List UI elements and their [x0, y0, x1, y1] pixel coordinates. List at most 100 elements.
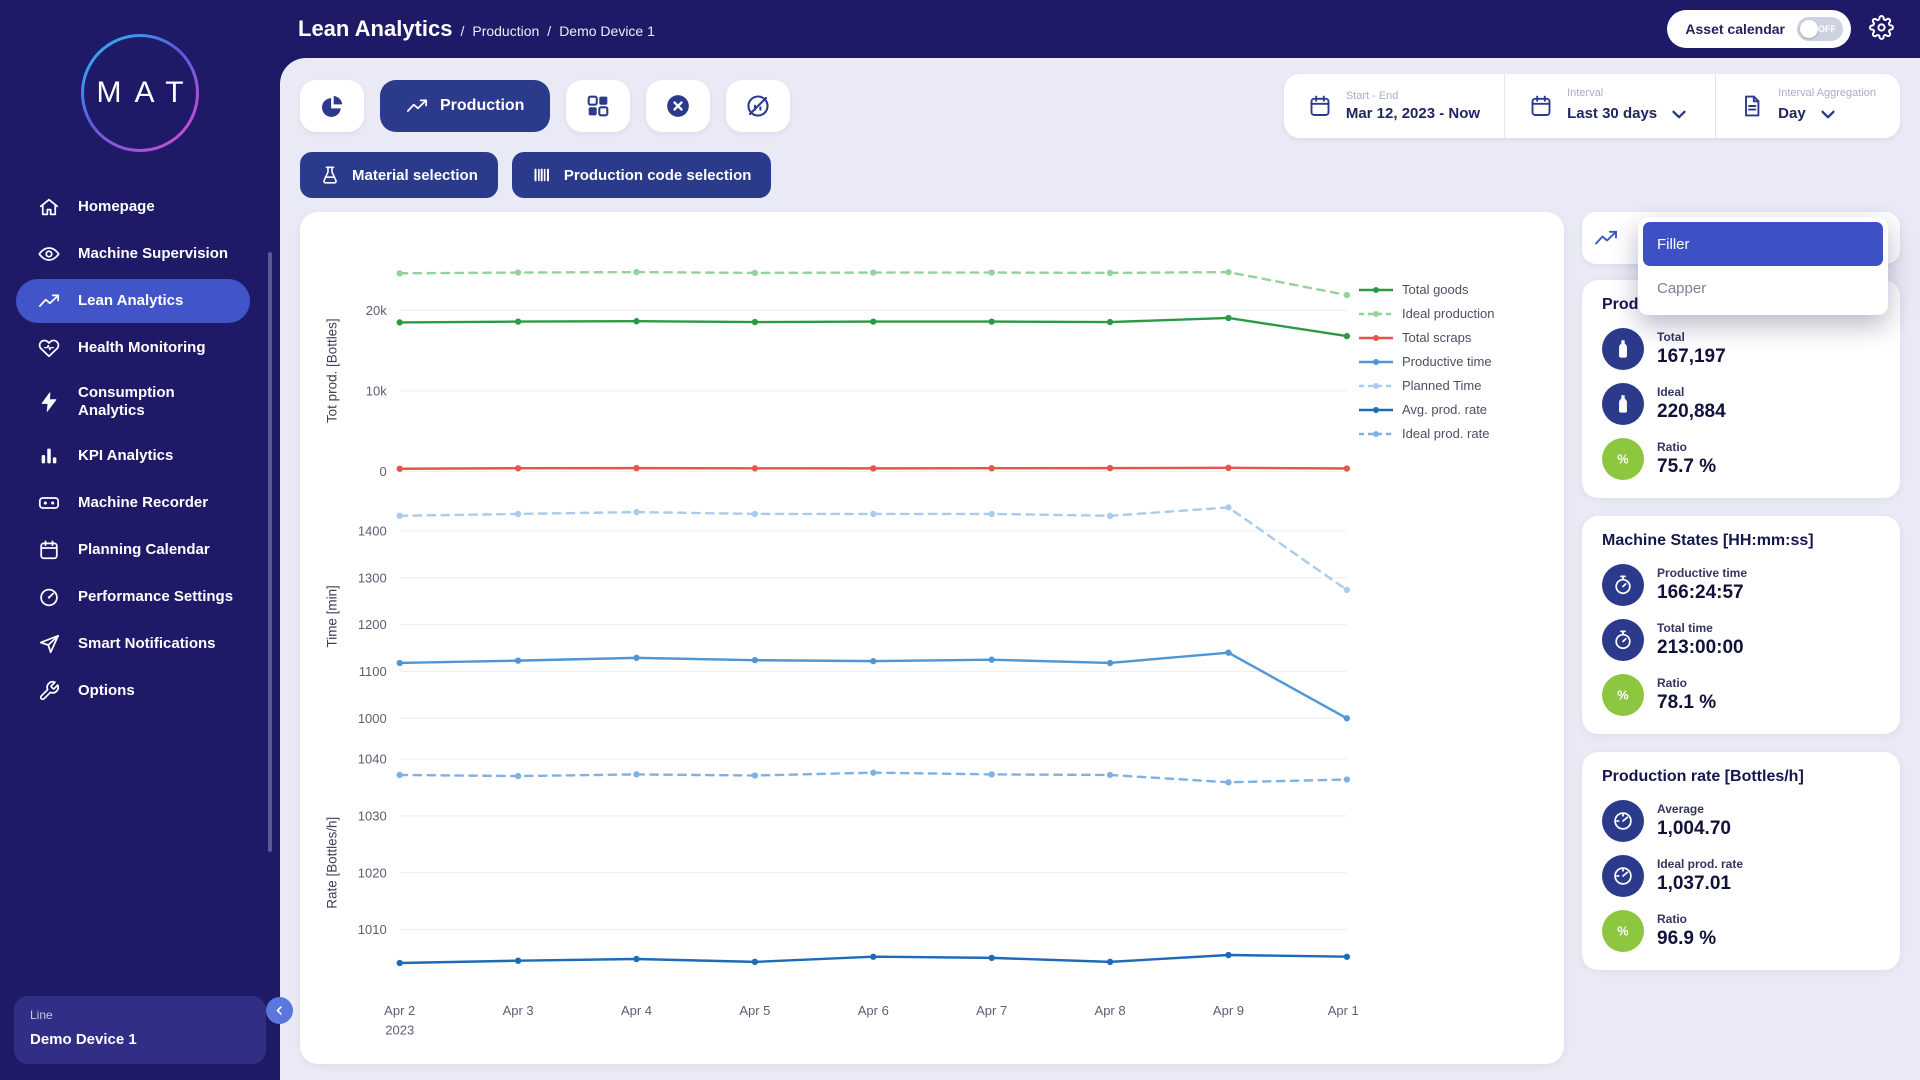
interval-value: Last 30 days	[1567, 105, 1657, 122]
aggregation-label: Interval Aggregation	[1778, 87, 1876, 99]
kpi-value: 1,004.70	[1657, 818, 1731, 840]
sidebar-item-smart-notifications[interactable]: Smart Notifications	[16, 622, 250, 666]
kpi-label: Ratio	[1657, 440, 1716, 454]
gauge-off-icon	[745, 93, 771, 119]
sidebar-item-kpi-analytics[interactable]: KPI Analytics	[16, 434, 250, 478]
legend-item[interactable]: Avg. prod. rate	[1358, 402, 1546, 417]
kpi-row-average: Average 1,004.70	[1602, 800, 1880, 842]
dashboard-row: 010k20kTot prod. [Bottles]10001100120013…	[300, 212, 1900, 1064]
toolbar-row: Production Star	[300, 74, 1900, 138]
clear-selection-button[interactable]	[646, 80, 710, 132]
page-title: Lean Analytics	[298, 16, 452, 42]
pie-view-button[interactable]	[300, 80, 364, 132]
calendar-icon	[1529, 94, 1553, 118]
aggregation-control[interactable]: Interval Aggregation Day	[1715, 74, 1900, 138]
sidebar-item-machine-supervision[interactable]: Machine Supervision	[16, 232, 250, 276]
legend-item[interactable]: Ideal production	[1358, 306, 1546, 321]
wrench-icon	[38, 680, 60, 702]
device-selector-value: Demo Device 1	[30, 1031, 250, 1048]
svg-text:1000: 1000	[358, 711, 387, 726]
sidebar-item-lean-analytics[interactable]: Lean Analytics	[16, 279, 250, 323]
chart-subpanel-0: 010k20kTot prod. [Bottles]	[318, 250, 1358, 491]
sidebar-item-performance-settings[interactable]: Performance Settings	[16, 575, 250, 619]
legend-item[interactable]: Planned Time	[1358, 378, 1546, 393]
breadcrumb: Lean Analytics / Production / Demo Devic…	[298, 16, 655, 42]
legend-label: Productive time	[1402, 354, 1492, 369]
logo-ring: MAT	[81, 34, 199, 152]
kpi-label: Ideal prod. rate	[1657, 857, 1743, 871]
legend-line-sample	[1358, 309, 1394, 319]
aggregation-value: Day	[1778, 105, 1806, 122]
legend-item[interactable]: Productive time	[1358, 354, 1546, 369]
interval-control[interactable]: Interval Last 30 days	[1504, 74, 1715, 138]
sidebar-item-options[interactable]: Options	[16, 669, 250, 713]
topbar: Lean Analytics / Production / Demo Devic…	[280, 0, 1920, 58]
kpi-row-ideal: Ideal 220,884	[1602, 383, 1880, 425]
chart-subpanel-1: 10001100120013001400Time [min]	[318, 491, 1358, 742]
sidebar-item-label: Performance Settings	[78, 588, 233, 606]
sidebar-menu: Homepage Machine Supervision Lean Analyt…	[0, 176, 280, 986]
legend-item[interactable]: Total scraps	[1358, 330, 1546, 345]
device-selector[interactable]: Line Demo Device 1	[14, 996, 266, 1064]
legend-label: Total goods	[1402, 282, 1469, 297]
svg-text:0: 0	[379, 464, 386, 479]
barcode-icon	[532, 165, 552, 185]
legend-line-sample	[1358, 405, 1394, 415]
material-selection-button[interactable]: Material selection	[300, 152, 498, 198]
asset-calendar-toggle[interactable]: Asset calendar OFF	[1667, 10, 1851, 48]
sidebar: MAT Homepage Machine Supervision Lean An…	[0, 0, 280, 1080]
legend-item[interactable]: Ideal prod. rate	[1358, 426, 1546, 441]
kpi-label: Ratio	[1657, 676, 1716, 690]
dropdown-option-capper[interactable]: Capper	[1643, 266, 1883, 310]
sidebar-item-machine-recorder[interactable]: Machine Recorder	[16, 481, 250, 525]
sidebar-item-planning-calendar[interactable]: Planning Calendar	[16, 528, 250, 572]
toggle-off[interactable]: OFF	[1797, 17, 1843, 41]
kpi-row-ratio: % Ratio 78.1 %	[1602, 674, 1880, 716]
kpi-label: Total	[1657, 330, 1726, 344]
topbar-right: Asset calendar OFF	[1667, 10, 1894, 48]
gauge-view-button[interactable]	[726, 80, 790, 132]
date-range-control[interactable]: Start - End Mar 12, 2023 - Now	[1284, 74, 1504, 138]
chevron-down-icon	[1816, 102, 1840, 126]
svg-text:1010: 1010	[358, 922, 387, 937]
trend-icon	[38, 290, 60, 312]
production-code-selection-button[interactable]: Production code selection	[512, 152, 772, 198]
svg-text:%: %	[1617, 452, 1629, 467]
kpi-value: 220,884	[1657, 401, 1726, 423]
chart-legend: Total goods Ideal production Total scraps P…	[1358, 226, 1546, 1050]
sidebar-scrollbar[interactable]	[268, 252, 272, 852]
kpi-row-ratio: % Ratio 75.7 %	[1602, 438, 1880, 480]
svg-text:1400: 1400	[358, 524, 387, 539]
production-tab[interactable]: Production	[380, 80, 550, 132]
grid-icon	[585, 93, 611, 119]
svg-text:Apr 6: Apr 6	[858, 1003, 889, 1018]
sidebar-item-consumption-analytics[interactable]: Consumption Analytics	[16, 373, 250, 431]
bolt-icon	[38, 391, 60, 413]
svg-text:10k: 10k	[366, 383, 387, 398]
settings-button[interactable]	[1869, 15, 1894, 43]
breadcrumb-separator: /	[547, 23, 551, 39]
sidebar-collapse-button[interactable]	[266, 997, 293, 1024]
machine-states-card: Machine States [HH:mm:ss] Productive tim…	[1582, 516, 1900, 734]
sidebar-item-label: KPI Analytics	[78, 447, 173, 465]
kpi-label: Ideal	[1657, 385, 1726, 399]
sidebar-item-homepage[interactable]: Homepage	[16, 185, 250, 229]
stopwatch-icon	[1602, 619, 1644, 661]
production-code-selection-label: Production code selection	[564, 167, 752, 184]
percent-icon: %	[1602, 674, 1644, 716]
sidebar-item-label: Machine Supervision	[78, 245, 228, 263]
legend-item[interactable]: Total goods	[1358, 282, 1546, 297]
breadcrumb-separator: /	[460, 23, 464, 39]
legend-line-sample	[1358, 381, 1394, 391]
legend-label: Avg. prod. rate	[1402, 402, 1487, 417]
percent-icon: %	[1602, 910, 1644, 952]
bottle-icon	[1602, 328, 1644, 370]
svg-text:Apr 10: Apr 10	[1328, 1003, 1358, 1018]
sidebar-item-label: Options	[78, 682, 135, 700]
view-switcher: Production	[300, 80, 790, 132]
grid-view-button[interactable]	[566, 80, 630, 132]
sidebar-item-health-monitoring[interactable]: Health Monitoring	[16, 326, 250, 370]
kpi-label: Productive time	[1657, 566, 1747, 580]
dropdown-option-filler[interactable]: Filler	[1643, 222, 1883, 266]
sidebar-item-label: Smart Notifications	[78, 635, 216, 653]
